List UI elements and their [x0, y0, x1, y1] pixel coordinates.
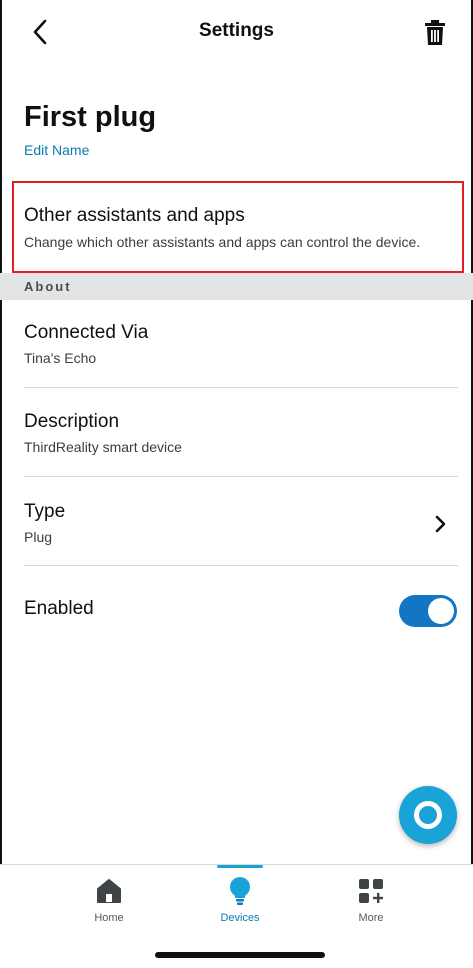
about-section-header: About — [0, 273, 473, 300]
home-icon — [97, 879, 121, 903]
nav-item-devices[interactable]: Devices — [200, 873, 280, 924]
connected-via-value: Tina's Echo — [24, 350, 97, 366]
toggle-knob — [428, 598, 454, 624]
enabled-title: Enabled — [24, 598, 94, 619]
assistants-title: Other assistants and apps — [24, 205, 245, 226]
assistants-highlight-box[interactable] — [12, 181, 464, 273]
divider — [24, 565, 458, 566]
connected-via-title: Connected Via — [24, 322, 149, 343]
nav-item-more[interactable]: More — [331, 873, 411, 924]
header: Settings — [0, 0, 473, 64]
divider — [24, 476, 458, 477]
alexa-icon — [414, 801, 442, 829]
nav-label-devices: Devices — [220, 912, 260, 924]
divider — [24, 387, 458, 388]
nav-item-home[interactable]: Home — [69, 873, 149, 924]
nav-active-indicator — [217, 865, 263, 868]
device-name: First plug — [24, 101, 157, 133]
home-indicator[interactable] — [155, 952, 325, 958]
nav-label-home: Home — [94, 912, 124, 924]
lightbulb-icon — [230, 877, 250, 905]
description-value: ThirdReality smart device — [24, 439, 182, 455]
delete-button[interactable] — [421, 18, 449, 48]
page-title: Settings — [199, 20, 274, 41]
chevron-right-icon[interactable] — [433, 514, 449, 534]
enabled-toggle[interactable] — [399, 595, 457, 627]
assistants-description: Change which other assistants and apps c… — [24, 234, 421, 250]
alexa-button[interactable] — [399, 786, 457, 844]
description-title: Description — [24, 411, 120, 432]
about-section-label: About — [24, 279, 72, 294]
enabled-row: Enabled — [24, 598, 458, 620]
type-value: Plug — [24, 529, 53, 545]
edit-name-link[interactable]: Edit Name — [24, 142, 89, 158]
description-row: Description ThirdReality smart device — [24, 411, 458, 455]
trash-icon — [425, 20, 445, 45]
type-title: Type — [24, 501, 66, 522]
nav-label-more: More — [358, 912, 384, 924]
type-row[interactable]: Type Plug — [24, 501, 458, 545]
more-grid-icon — [359, 879, 383, 903]
connected-via-row: Connected Via Tina's Echo — [24, 322, 458, 366]
